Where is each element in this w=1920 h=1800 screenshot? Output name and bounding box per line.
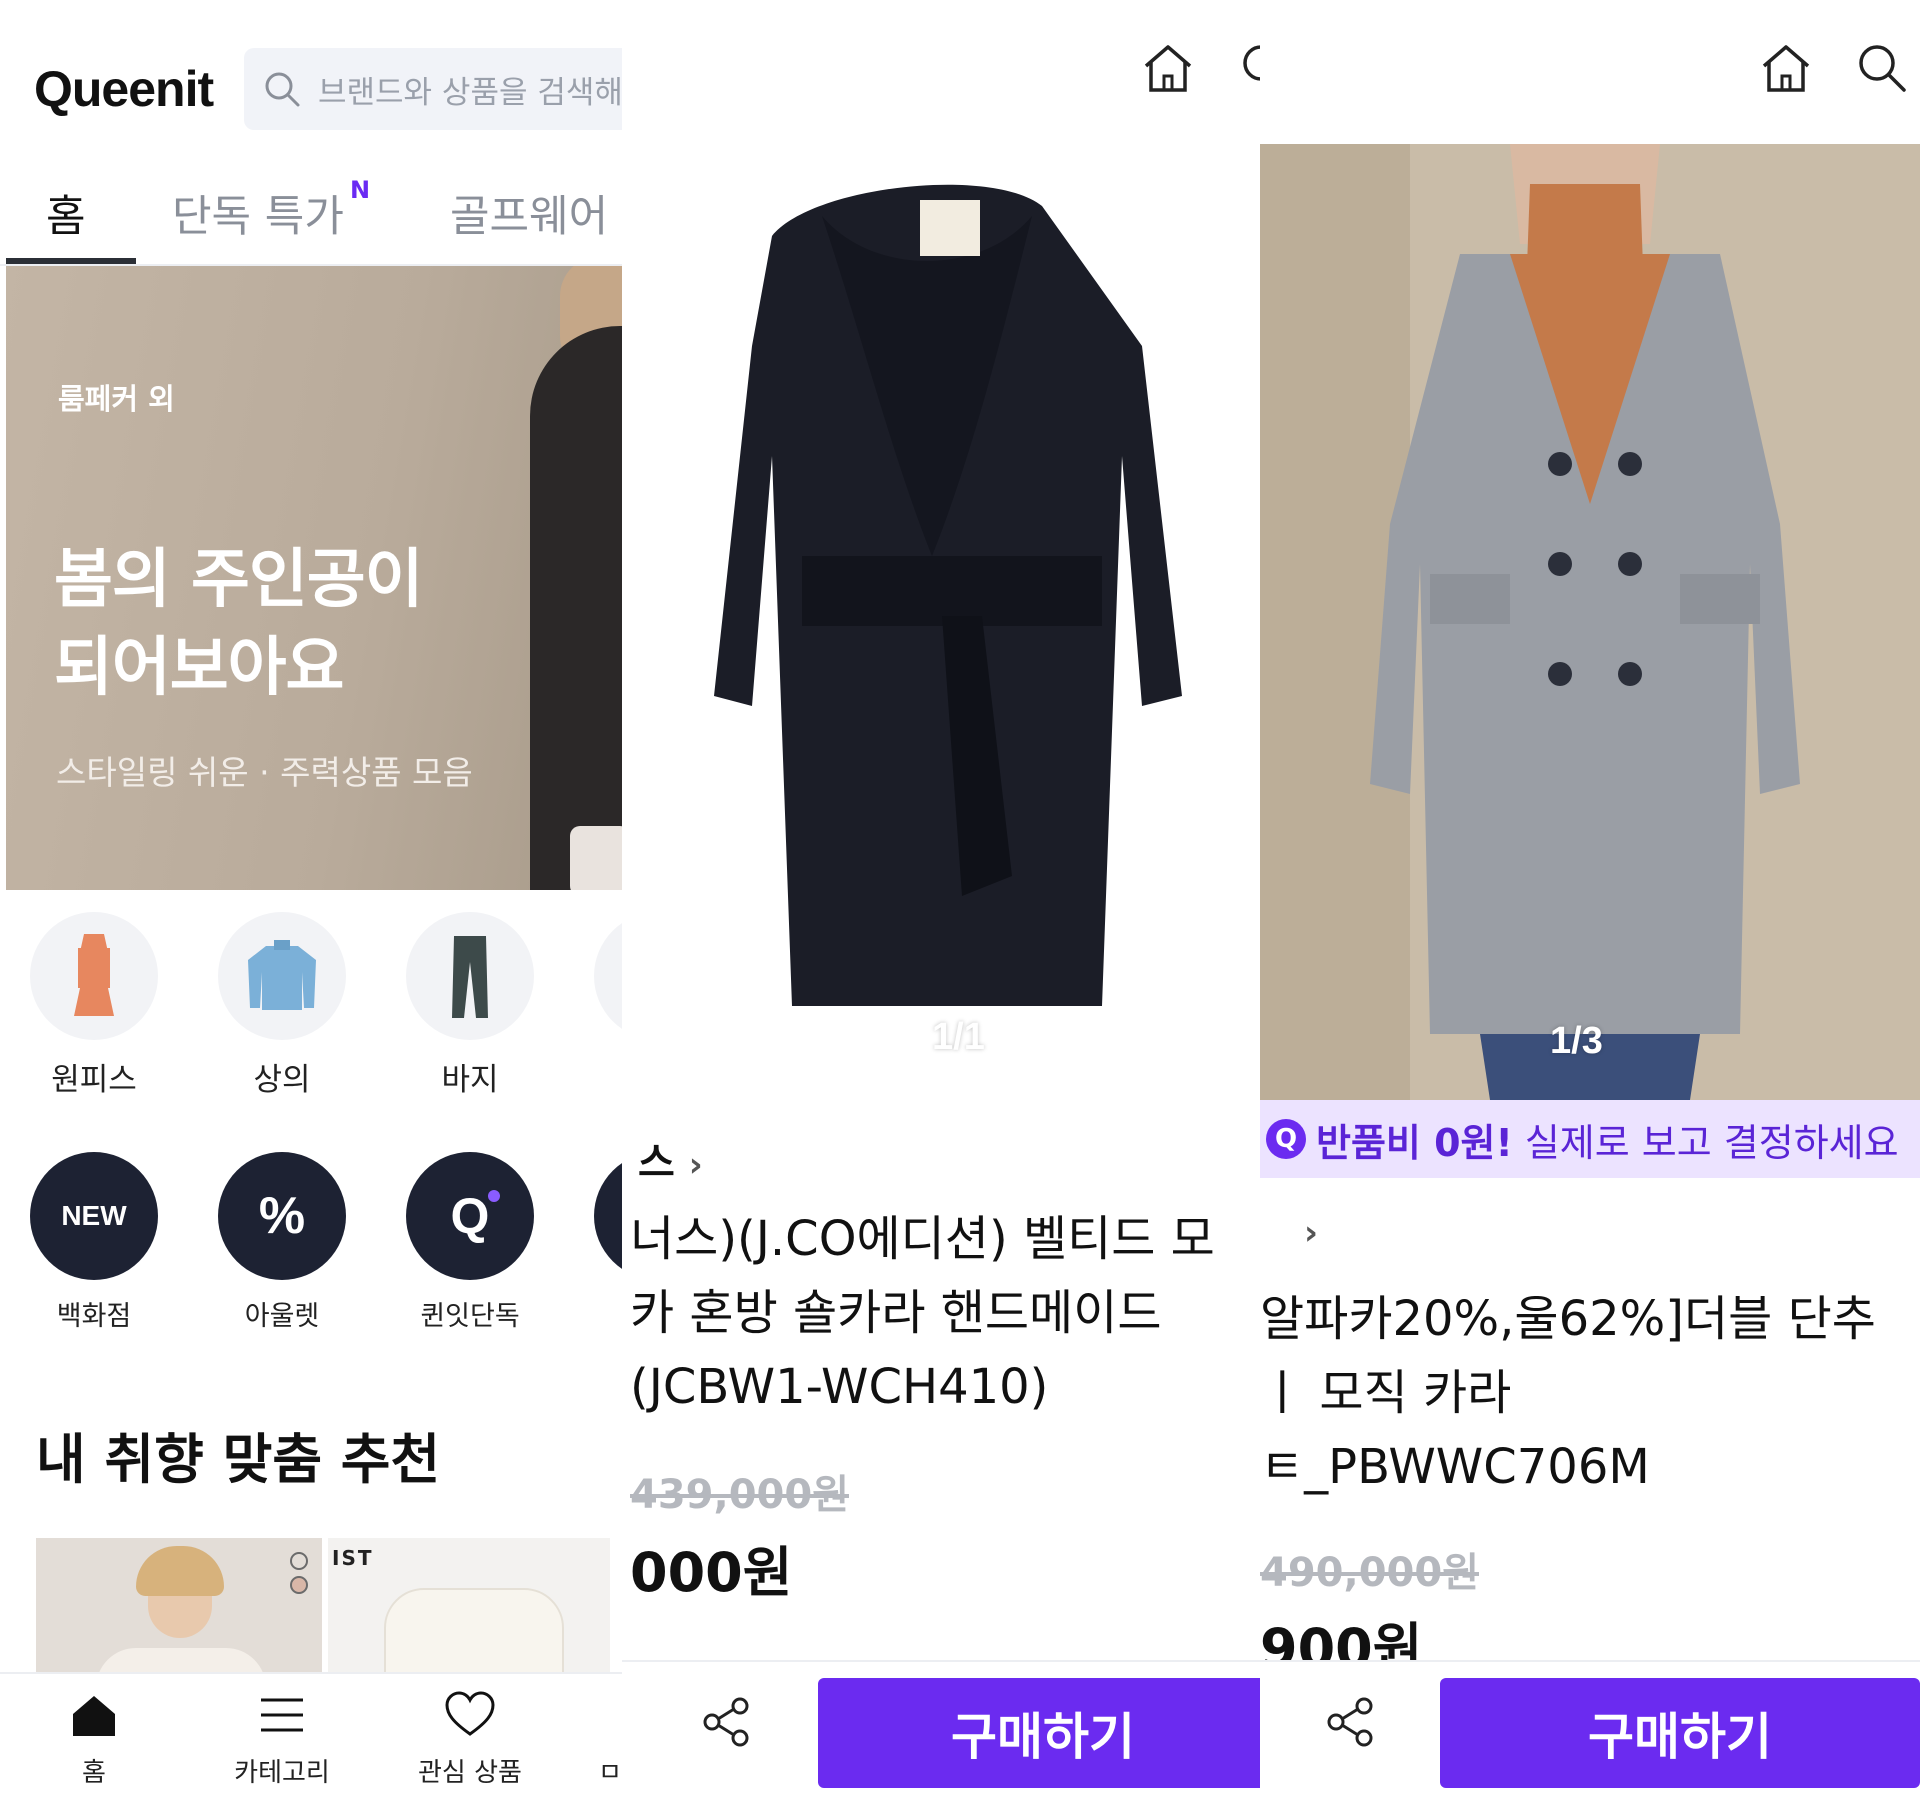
promo-highlight: 반품비 0원! [1316,1120,1513,1165]
brand-tag: IST [332,1546,374,1570]
buy-button[interactable]: 구매하기 [818,1678,1268,1788]
promo-banner[interactable]: 룸페커 외 봄의 주인공이 되어보아요 스타일링 쉬운 · 주력상품 모음 [6,266,660,890]
banner-title-line1: 봄의 주인공이 [54,543,424,617]
category-label: 상의 [253,1062,311,1098]
model-hair [136,1546,224,1596]
shop-shortcuts: NEW 백화점 % 아울렛 Q 퀸잇단독 ㄷ [0,1152,666,1342]
image-counter: 1/1 [932,1016,985,1058]
brand-link[interactable]: › [1304,1208,1318,1254]
top-tabs: 홈 단독 특가 N 골프웨어 [0,170,666,266]
product-name-line1: 너스)(J.CO에디션) 벨티드 모 [630,1211,1215,1267]
nav-category[interactable]: 카테고리 [212,1688,352,1789]
q-dot [488,1190,500,1202]
product-image[interactable]: 1/1 [622,136,1280,1086]
new-icon: NEW [30,1152,158,1280]
recommended-product-thumb[interactable]: IST [328,1538,610,1676]
category-pants[interactable]: 바지 [400,912,540,1099]
q-badge-icon: Q [1266,1119,1306,1159]
chevron-right-icon: › [688,1145,703,1185]
new-badge: N [350,176,371,204]
brand-link[interactable]: 스 › [638,1130,703,1188]
banner-title: 봄의 주인공이 되어보아요 [54,536,424,712]
product-detail-screen: 1/3 Q 반품비 0원! 실제로 보고 결정하세요 › 알파카20%,울62%… [1260,0,1920,1800]
shop-department-store[interactable]: NEW 백화점 [24,1152,164,1333]
original-price: 490,000원 [1260,1550,1479,1596]
product-name-line1: 알파카20%,울62%]더블 단추 [1260,1291,1876,1347]
product-header [1260,0,1920,136]
banner-model-cuff [570,826,630,890]
banner-subtitle: 스타일링 쉬운 · 주력상품 모음 [56,753,473,792]
search-icon [265,72,300,107]
search-icon[interactable] [1854,40,1910,96]
shop-label: 아울렛 [244,1301,320,1332]
share-icon[interactable] [1320,1692,1380,1752]
jacket-image [384,1588,564,1676]
nav-wishlist[interactable]: 관심 상품 [400,1688,540,1789]
shop-label: 퀸잇단독 [420,1301,520,1332]
image-counter: 1/3 [1550,1020,1603,1062]
category-dress[interactable]: 원피스 [24,912,164,1099]
home-icon[interactable] [1140,40,1196,96]
recommendation-title: 내 취향 맞춤 추천 [36,1428,441,1491]
search-bar[interactable]: 브랜드와 상품을 검색해보 [244,48,666,130]
free-return-banner[interactable]: Q 반품비 0원! 실제로 보고 결정하세요 [1260,1100,1920,1178]
active-tab-indicator [6,258,136,264]
brand-name: 스 [638,1140,675,1186]
product-name: 알파카20%,울62%]더블 단추 ㅣ 모직 카라 ㅌ_PBWWC706M [1260,1282,1876,1504]
category-label: 바지 [441,1062,499,1098]
chevron-right-icon: › [1304,1213,1319,1253]
home-screen: Queenit 브랜드와 상품을 검색해보 홈 단독 특가 N 골프웨어 룸페커… [0,0,666,1800]
dress-icon [30,912,158,1040]
product-detail-screen: 1/1 스 › 너스)(J.CO에디션) 벨티드 모 카 혼방 숄카라 핸드메이… [622,0,1280,1800]
shop-outlet[interactable]: % 아울렛 [212,1152,352,1333]
product-name-line3: ㅌ_PBWWC706M [1260,1439,1650,1495]
sale-price: 000원 [630,1541,793,1604]
category-label: 원피스 [51,1062,137,1098]
category-shortcuts: 원피스 상의 바지 0 [0,912,666,1098]
share-icon[interactable] [696,1692,756,1752]
product-name: 너스)(J.CO에디션) 벨티드 모 카 혼방 숄카라 핸드메이드 (JCBW1… [630,1202,1215,1424]
nav-home[interactable]: 홈 [24,1688,164,1789]
nav-label: 카테고리 [234,1758,330,1788]
gray-coat-model-image [1260,144,1920,1100]
home-icon [73,1696,115,1736]
black-coat-image [714,184,1182,1007]
sweater-icon [218,912,346,1040]
product-name-line2: ㅣ 모직 카라 [1260,1365,1512,1421]
menu-icon [261,1698,303,1732]
tab-home[interactable]: 홈 [46,182,86,244]
queenit-q-icon: Q [406,1152,534,1280]
product-name-line3: (JCBW1-WCH410) [630,1359,1049,1415]
percent-icon: % [218,1152,346,1280]
tab-exclusive-deal[interactable]: 단독 특가 [172,182,344,244]
color-swatch-icon [290,1552,308,1570]
buy-button[interactable]: 구매하기 [1440,1678,1920,1788]
home-icon[interactable] [1758,40,1814,96]
heart-icon [445,1691,495,1736]
promo-text: 실제로 보고 결정하세요 [1524,1120,1899,1165]
shop-label: 백화점 [56,1301,132,1332]
search-placeholder[interactable]: 브랜드와 상품을 검색해보 [318,67,651,112]
original-price: 439,000원 [630,1472,849,1518]
product-name-line2: 카 혼방 숄카라 핸드메이드 [630,1285,1162,1341]
banner-title-line2: 되어보아요 [54,631,344,705]
banner-brand: 룸페커 외 [58,382,175,416]
recommended-product-thumb[interactable] [36,1538,322,1676]
bottom-nav: 홈 카테고리 관심 상품 ㅁ [0,1672,666,1800]
purchase-bar: 구매하기 [1260,1660,1920,1800]
pants-icon [406,912,534,1040]
category-top[interactable]: 상의 [212,912,352,1099]
tab-golfwear[interactable]: 골프웨어 [450,182,608,244]
shop-queenit-exclusive[interactable]: Q 퀸잇단독 [400,1152,540,1333]
app-logo[interactable]: Queenit [34,60,214,118]
product-header [622,0,1280,136]
color-swatch-icon [290,1576,308,1594]
purchase-bar: 구매하기 [622,1660,1280,1800]
product-image[interactable]: 1/3 [1260,144,1920,1100]
nav-label: 홈 [82,1758,106,1788]
nav-label: 관심 상품 [418,1758,522,1788]
